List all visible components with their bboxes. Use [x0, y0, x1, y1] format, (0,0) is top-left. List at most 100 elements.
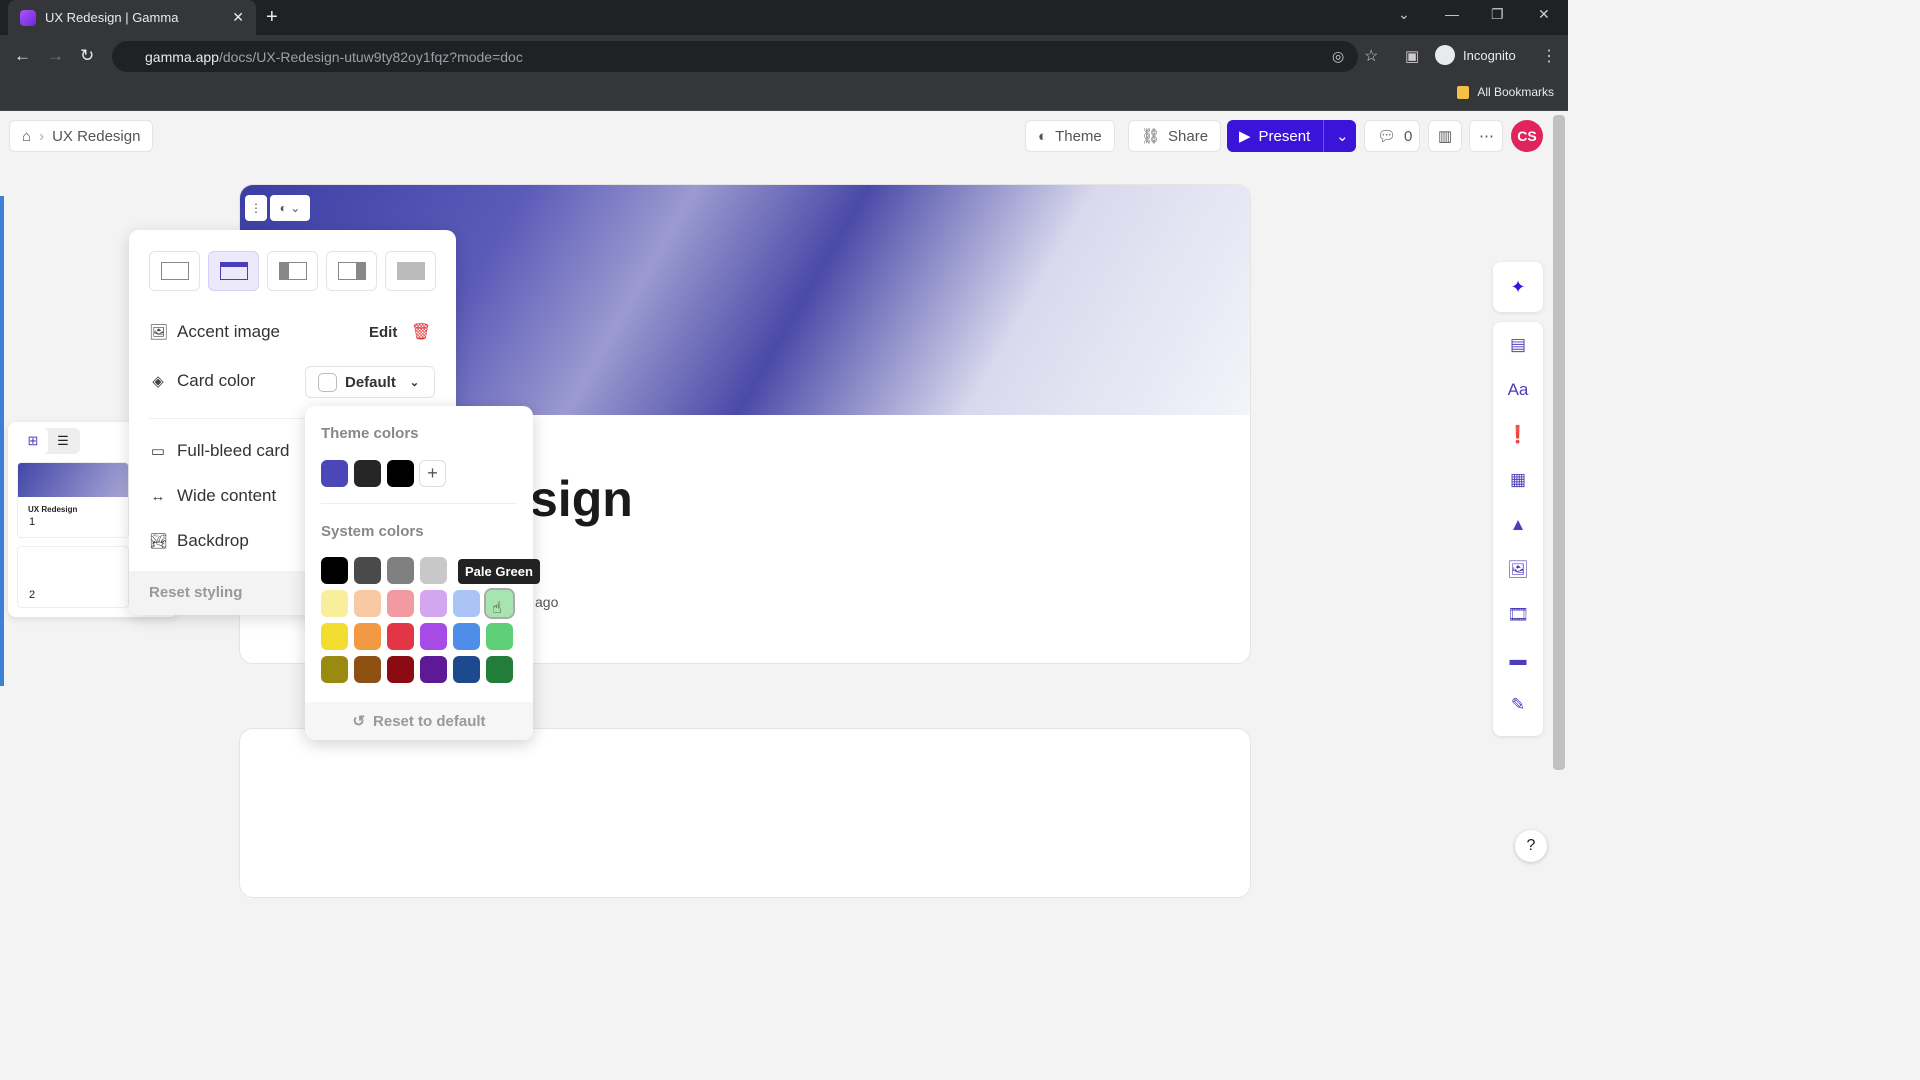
bookmarks-label: All Bookmarks — [1477, 85, 1554, 99]
cursor-hand-icon: ☝︎ — [492, 600, 502, 617]
system-color-swatch[interactable] — [387, 590, 414, 617]
full-bleed-toggle[interactable]: ▭ Full-bleed card — [149, 441, 290, 461]
back-icon[interactable]: ← — [14, 46, 31, 66]
trash-icon[interactable]: 🗑︎ — [411, 322, 431, 342]
address-bar[interactable]: gamma.app/docs/UX-Redesign-utuw9ty82oy1f… — [112, 41, 1358, 72]
system-color-swatch[interactable] — [354, 590, 381, 617]
layout-background-image[interactable] — [385, 251, 436, 291]
theme-button[interactable]: ◐ Theme — [1025, 120, 1115, 152]
link-icon: ⛓ — [1141, 128, 1161, 145]
close-tab-icon[interactable]: ✕ — [232, 9, 244, 26]
callout-icon[interactable]: ❗ — [1493, 412, 1543, 457]
system-color-swatch[interactable] — [453, 590, 480, 617]
shapes-icon[interactable]: ▲ — [1493, 502, 1543, 547]
system-color-swatch[interactable] — [387, 623, 414, 650]
scrollbar[interactable] — [1553, 115, 1565, 770]
system-color-swatch[interactable] — [321, 623, 348, 650]
text-icon[interactable]: Aa — [1493, 367, 1543, 412]
image-icon: 🖼︎ — [149, 324, 169, 341]
gamma-favicon-icon — [20, 9, 36, 26]
drag-handle-icon[interactable]: ⋮ — [245, 195, 267, 221]
present-button[interactable]: ▶ Present — [1227, 120, 1323, 152]
system-color-swatch[interactable] — [420, 656, 447, 683]
restore-button[interactable]: ❐ — [1491, 6, 1504, 23]
reset-styling-button[interactable]: Reset styling — [129, 571, 305, 615]
system-color-swatch[interactable] — [486, 656, 513, 683]
analytics-button[interactable]: ▥ — [1428, 120, 1462, 152]
present-dropdown[interactable]: ⌄ — [1323, 120, 1356, 152]
forward-icon[interactable]: → — [47, 46, 64, 66]
layout-right-image[interactable] — [326, 251, 377, 291]
ai-sparkle-button[interactable]: ✦ — [1493, 262, 1543, 312]
system-color-swatch[interactable] — [420, 623, 447, 650]
system-color-swatch[interactable] — [354, 656, 381, 683]
accent-image-row: 🖼︎ Accent image — [149, 322, 280, 342]
system-color-swatch[interactable] — [321, 557, 348, 584]
add-color-button[interactable]: + — [419, 460, 446, 487]
avatar[interactable]: CS — [1511, 120, 1543, 152]
theme-color-swatch[interactable] — [354, 460, 381, 487]
star-icon[interactable]: ☆ — [1364, 46, 1378, 66]
wide-content-toggle[interactable]: ↔ Wide content — [149, 486, 277, 506]
system-color-swatch[interactable] — [453, 623, 480, 650]
card-2[interactable] — [239, 728, 1251, 898]
form-icon[interactable]: ✎ — [1493, 682, 1543, 727]
incognito-button[interactable]: Incognito — [1435, 45, 1516, 65]
card-color-dropdown[interactable]: Default ⌄ — [305, 366, 435, 398]
eye-off-icon[interactable]: ◎ — [1332, 48, 1344, 65]
divider — [149, 418, 309, 419]
video-icon[interactable]: 🎞︎ — [1493, 592, 1543, 637]
system-color-swatch[interactable] — [321, 656, 348, 683]
minimize-button[interactable]: — — [1445, 6, 1459, 22]
new-tab-button[interactable]: + — [266, 6, 278, 29]
list-view-icon[interactable]: ☰ — [48, 428, 78, 454]
reload-icon[interactable]: ↻ — [80, 46, 94, 66]
share-button[interactable]: ⛓ Share — [1128, 120, 1222, 152]
browser-tab[interactable]: UX Redesign | Gamma ✕ — [8, 0, 256, 35]
reset-to-default-button[interactable]: ↺ Reset to default — [305, 702, 533, 740]
backdrop-button[interactable]: 🏞︎ Backdrop — [149, 531, 249, 551]
theme-color-swatch[interactable] — [387, 460, 414, 487]
chevron-down-icon: ⌄ — [409, 376, 420, 389]
url-host: gamma.app — [145, 48, 219, 65]
layout-top-image[interactable] — [208, 251, 259, 291]
layout-left-image[interactable] — [267, 251, 318, 291]
system-color-swatch[interactable] — [354, 623, 381, 650]
theme-color-swatch[interactable] — [321, 460, 348, 487]
edit-button[interactable]: Edit — [369, 324, 397, 341]
system-color-swatch[interactable] — [387, 557, 414, 584]
grid-view-icon[interactable]: ⊞ — [18, 428, 48, 454]
embed-icon[interactable]: ▬ — [1493, 637, 1543, 682]
thumbnail-number: 1 — [29, 516, 36, 528]
system-color-swatch[interactable] — [420, 557, 447, 584]
thumbnail-1[interactable]: UX Redesign 1 — [17, 462, 129, 538]
system-color-swatch[interactable] — [486, 623, 513, 650]
full-bleed-label: Full-bleed card — [177, 441, 290, 460]
system-color-swatch[interactable] — [387, 656, 414, 683]
sidepanel-icon[interactable]: ▣ — [1405, 47, 1419, 65]
help-button[interactable]: ? — [1515, 830, 1547, 862]
tab-search-icon[interactable]: ⌄ — [1398, 6, 1410, 23]
system-color-swatch[interactable] — [420, 590, 447, 617]
more-button[interactable]: ⋯ — [1469, 120, 1503, 152]
card-color-row: ◈ Card color — [149, 371, 255, 391]
image-icon[interactable]: 🖼︎ — [1493, 547, 1543, 592]
profile-label: Incognito — [1463, 47, 1516, 63]
layout-blank[interactable] — [149, 251, 200, 291]
system-color-swatch[interactable] — [354, 557, 381, 584]
layout-icon[interactable]: ▦ — [1493, 457, 1543, 502]
breadcrumb-doc[interactable]: UX Redesign — [52, 128, 140, 145]
comments-button[interactable]: 💬︎ 0 — [1364, 120, 1420, 152]
home-icon[interactable]: ⌂ — [22, 128, 31, 145]
card-style-button[interactable]: ◐ ⌄ — [270, 195, 310, 221]
play-icon: ▶ — [1239, 128, 1251, 145]
add-card-icon[interactable]: ▤ — [1493, 322, 1543, 367]
thumbnail-2[interactable]: 2 — [17, 546, 129, 608]
doc-title[interactable]: sign — [530, 470, 633, 528]
system-color-swatch[interactable] — [321, 590, 348, 617]
menu-icon[interactable]: ⋮ — [1541, 46, 1557, 66]
system-color-swatch[interactable] — [453, 656, 480, 683]
close-window-button[interactable]: ✕ — [1538, 6, 1550, 23]
all-bookmarks[interactable]: All Bookmarks — [1457, 85, 1554, 99]
palette-icon: ◐ — [1038, 127, 1048, 145]
